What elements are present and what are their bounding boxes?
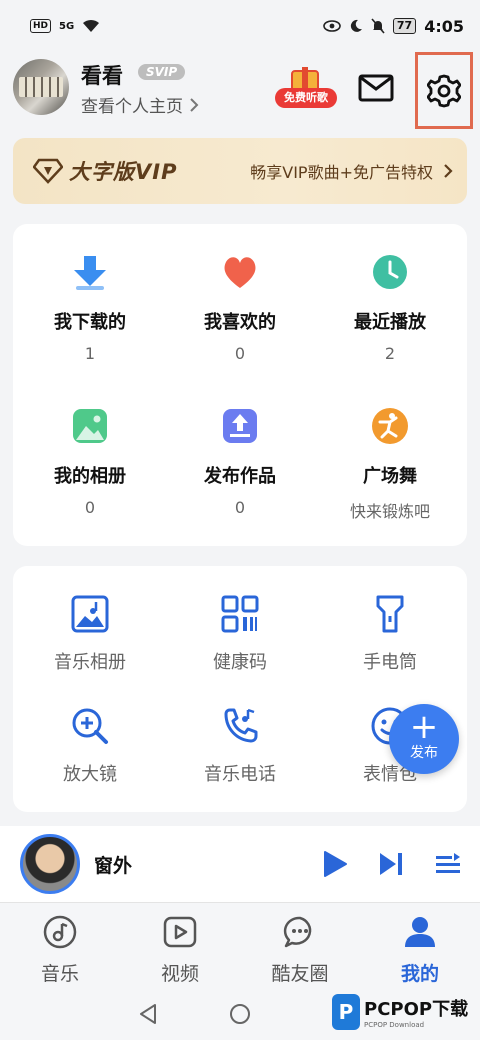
watermark-brand: PCPOP下载: [364, 999, 469, 1020]
tools-card: 音乐相册 健康码 手电筒 放大镜 音乐电话 表情包: [13, 566, 467, 812]
stat-value: 1: [84, 344, 96, 363]
tab-mine[interactable]: 我的: [360, 903, 480, 988]
svip-badge: SVIP: [138, 64, 186, 80]
stat-downloads[interactable]: 我下载的 1: [15, 252, 165, 363]
music-note-icon: [43, 915, 77, 949]
settings-button[interactable]: [415, 52, 473, 129]
tab-music[interactable]: 音乐: [0, 903, 120, 988]
mail-button[interactable]: [358, 74, 394, 102]
clock-time: 4:05: [424, 16, 464, 36]
free-music-gift-button[interactable]: 免费听歌: [275, 67, 337, 110]
tool-health-code[interactable]: 健康码: [165, 594, 315, 674]
network-indicator: 5G: [59, 20, 75, 32]
album-cover[interactable]: [20, 834, 80, 894]
dancer-icon: [372, 408, 408, 444]
wifi-icon: [83, 19, 100, 32]
gift-tag: 免费听歌: [275, 88, 337, 108]
photo-icon: [73, 409, 107, 443]
upload-icon: [223, 409, 257, 443]
stat-value: 0: [234, 344, 246, 363]
chevron-right-icon: [190, 97, 199, 112]
music-album-icon: [71, 595, 109, 633]
music-phone-icon: [224, 708, 258, 743]
chat-bubble-icon: [283, 916, 312, 948]
publish-fab-button[interactable]: + 发布: [389, 704, 459, 774]
mini-player[interactable]: 窗外: [0, 826, 480, 902]
magnifier-icon: [72, 708, 108, 744]
qr-code-icon: [221, 595, 259, 633]
tab-label: 音乐: [40, 963, 79, 985]
stat-album[interactable]: 我的相册 0: [15, 406, 165, 517]
vip-title: 大字版VIP: [69, 160, 178, 184]
plus-icon: +: [409, 707, 439, 747]
clock-icon: [373, 255, 407, 289]
heart-icon: [224, 257, 256, 288]
tool-label: 手电筒: [363, 652, 417, 673]
tool-label: 健康码: [213, 652, 267, 673]
eye-icon: [323, 20, 341, 32]
stat-published[interactable]: 发布作品 0: [165, 406, 315, 517]
stat-value: 0: [84, 498, 96, 517]
view-homepage-label: 查看个人主页: [81, 97, 183, 117]
publish-label: 发布: [410, 745, 438, 761]
stat-square-dance[interactable]: 广场舞 快来锻炼吧: [315, 406, 465, 522]
tool-music-album[interactable]: 音乐相册: [15, 594, 165, 674]
back-nav-button[interactable]: [137, 1003, 159, 1025]
stat-label: 最近播放: [354, 312, 426, 333]
stat-label: 我喜欢的: [204, 312, 276, 333]
user-icon: [405, 917, 435, 947]
song-title: 窗外: [94, 854, 133, 877]
stat-recent[interactable]: 最近播放 2: [315, 252, 465, 363]
view-homepage-link[interactable]: 查看个人主页: [81, 92, 199, 117]
tab-friends-circle[interactable]: 酷友圈: [240, 903, 360, 988]
chevron-right-icon: [444, 164, 453, 178]
profile-header: 看看 SVIP 查看个人主页 免费听歌: [0, 52, 480, 129]
pcpop-logo-icon: P: [332, 994, 360, 1030]
battery-indicator: 77: [392, 18, 417, 34]
stat-label: 我下载的: [54, 312, 126, 333]
stat-value: 快来锻炼吧: [349, 502, 430, 521]
vip-description: 畅享VIP歌曲+免广告特权: [250, 163, 433, 182]
watermark-sub: PCPOP Download: [364, 1021, 425, 1029]
tool-label: 音乐电话: [204, 764, 276, 785]
stat-label: 广场舞: [363, 466, 417, 487]
flashlight-icon: [376, 595, 404, 633]
play-button[interactable]: [322, 850, 348, 878]
next-track-button[interactable]: [378, 850, 404, 878]
username[interactable]: 看看: [81, 60, 123, 90]
stat-label: 发布作品: [204, 466, 276, 487]
mail-icon: [358, 74, 394, 102]
stat-label: 我的相册: [54, 466, 126, 487]
stat-favorites[interactable]: 我喜欢的 0: [165, 252, 315, 363]
hd-badge: HD: [30, 19, 52, 33]
mute-bell-icon: [371, 18, 385, 34]
tab-label: 酷友圈: [271, 963, 329, 985]
my-content-card: 我下载的 1 我喜欢的 0 最近播放 2 我的相册 0 发布作品 0 广场舞 快…: [13, 224, 467, 546]
tab-label: 视频: [160, 963, 199, 985]
video-play-icon: [163, 916, 197, 948]
vip-banner[interactable]: 大字版VIP 畅享VIP歌曲+免广告特权: [13, 138, 467, 204]
moon-icon: [350, 19, 362, 32]
stat-value: 0: [234, 498, 246, 517]
tool-label: 音乐相册: [54, 652, 126, 673]
tool-magnifier[interactable]: 放大镜: [15, 706, 165, 786]
diamond-icon: [33, 158, 63, 184]
stat-value: 2: [384, 344, 396, 363]
tool-flashlight[interactable]: 手电筒: [315, 594, 465, 674]
tab-video[interactable]: 视频: [120, 903, 240, 988]
tool-music-phone[interactable]: 音乐电话: [165, 706, 315, 786]
watermark-logo: P PCPOP下载 PCPOP Download: [332, 994, 468, 1030]
gear-icon: [427, 74, 461, 107]
bottom-tab-bar: 音乐 视频 酷友圈 我的: [0, 902, 480, 988]
status-bar: HD 5G 77 4:05: [0, 0, 480, 52]
avatar[interactable]: [13, 59, 69, 115]
playlist-button[interactable]: [434, 850, 462, 878]
tab-label: 我的: [400, 963, 439, 985]
home-nav-button[interactable]: [229, 1003, 251, 1025]
download-icon: [74, 256, 106, 290]
tool-label: 放大镜: [63, 764, 117, 785]
